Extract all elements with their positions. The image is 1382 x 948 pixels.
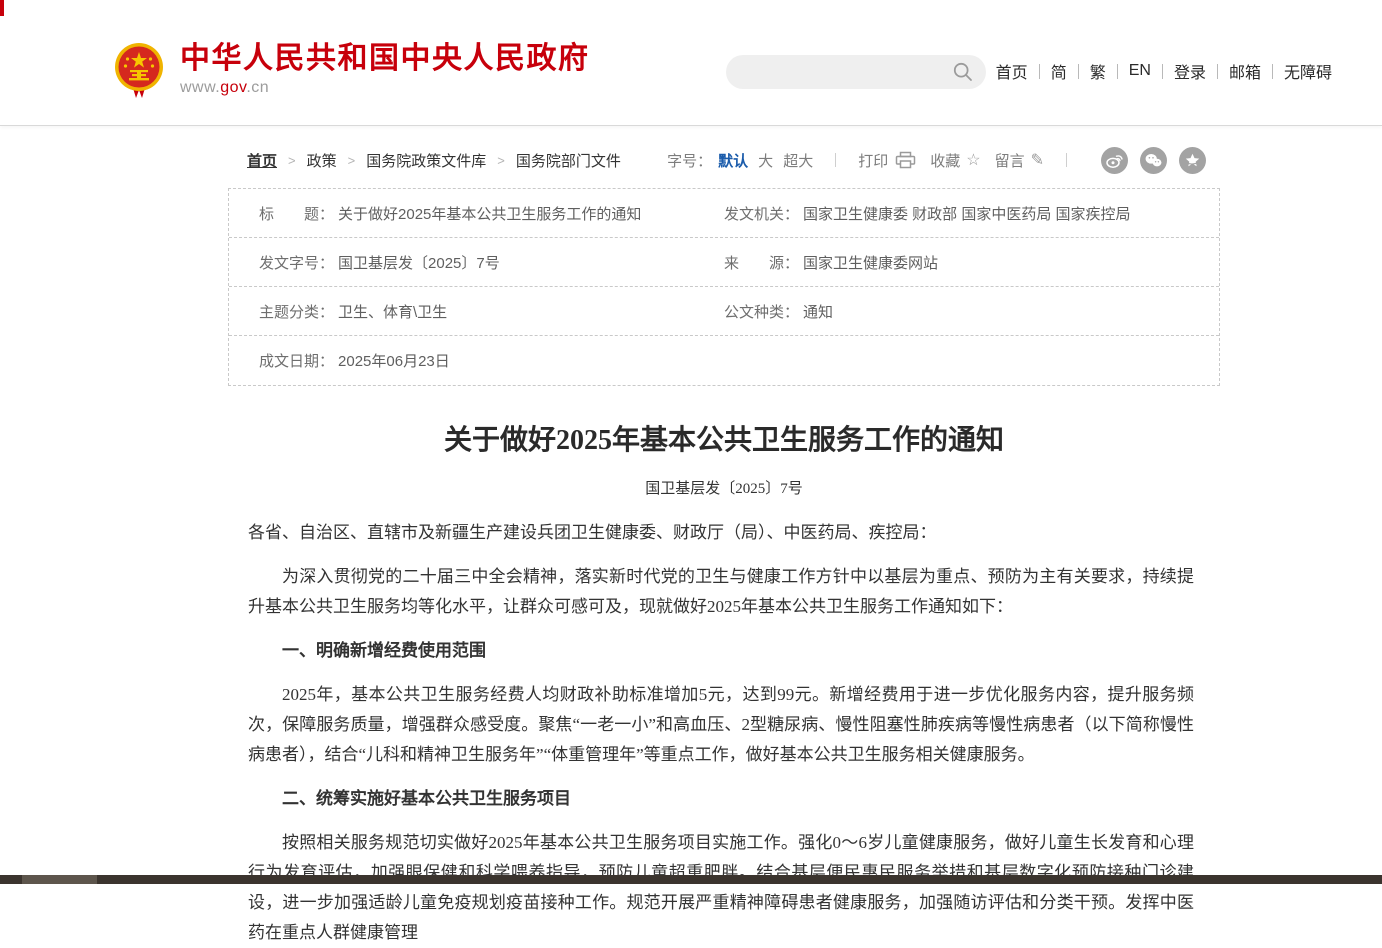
nav-traditional[interactable]: 繁	[1090, 59, 1106, 83]
meta-value: 关于做好2025年基本公共卫生服务工作的通知	[338, 206, 641, 223]
toolbar-divider	[835, 153, 836, 167]
document-meta-table: 标 题：关于做好2025年基本公共卫生服务工作的通知 发文机关：国家卫生健康委 …	[228, 188, 1220, 386]
search-box[interactable]	[726, 55, 986, 89]
site-url-prefix: www.	[180, 79, 220, 96]
nav-divider	[1162, 64, 1163, 79]
meta-label: 来 源：	[724, 255, 799, 272]
nav-divider	[1078, 64, 1079, 79]
doc-paragraph-addressee: 各省、自治区、直辖市及新疆生产建设兵团卫生健康委、财政厅（局）、中医药局、疾控局…	[248, 518, 1194, 548]
site-title: 中华人民共和国中央人民政府	[180, 42, 590, 76]
meta-row: 主题分类：卫生、体育\卫生 公文种类：通知	[229, 287, 1219, 336]
doc-paragraph: 按照相关服务规范切实做好2025年基本公共卫生服务项目实施工作。强化0～6岁儿童…	[248, 828, 1194, 948]
star-icon[interactable]: ☆	[966, 150, 980, 170]
meta-value: 国家卫生健康委 财政部 国家中医药局 国家疾控局	[803, 206, 1131, 223]
nav-accessibility[interactable]: 无障碍	[1284, 59, 1332, 83]
site-header: 中华人民共和国中央人民政府 www.gov.cn 首页 简 繁 EN 登录 邮箱…	[0, 0, 1382, 126]
doc-section-heading-1: 一、明确新增经费使用范围	[248, 636, 1194, 666]
meta-title-cell: 标 题：关于做好2025年基本公共卫生服务工作的通知	[229, 203, 724, 224]
meta-issuing-agency-cell: 发文机关：国家卫生健康委 财政部 国家中医药局 国家疾控局	[724, 203, 1219, 224]
font-size-default-button[interactable]: 默认	[718, 150, 748, 171]
meta-topic-category-cell: 主题分类：卫生、体育\卫生	[229, 301, 724, 322]
doc-paragraph: 为深入贯彻党的二十届三中全会精神，落实新时代党的卫生与健康工作方针中以基层为重点…	[248, 562, 1194, 622]
nav-divider	[1117, 64, 1118, 79]
meta-value: 国卫基层发〔2025〕7号	[338, 255, 500, 272]
meta-row: 成文日期：2025年06月23日	[229, 336, 1219, 385]
doc-section-heading-2: 二、统筹实施好基本公共卫生服务项目	[248, 784, 1194, 814]
comment-button[interactable]: 留言	[995, 150, 1025, 171]
main-column: 首页 > 政策 > 国务院政策文件库 > 国务院部门文件 字号： 默认 大 超大…	[228, 147, 1220, 948]
breadcrumb-separator: >	[348, 153, 356, 168]
page-tools: 字号： 默认 大 超大 打印 收藏 ☆ 留言 ✎	[667, 147, 1206, 174]
meta-value: 通知	[803, 304, 833, 321]
meta-date-cell: 成文日期：2025年06月23日	[229, 350, 724, 371]
nav-login[interactable]: 登录	[1174, 59, 1206, 83]
site-url-suffix: .cn	[246, 79, 269, 96]
printer-icon[interactable]	[895, 151, 916, 169]
breadcrumb-toolbar-row: 首页 > 政策 > 国务院政策文件库 > 国务院部门文件 字号： 默认 大 超大…	[228, 147, 1220, 173]
meta-row: 发文字号：国卫基层发〔2025〕7号 来 源：国家卫生健康委网站	[229, 238, 1219, 287]
meta-label: 标 题：	[259, 206, 334, 223]
pencil-icon[interactable]: ✎	[1031, 150, 1044, 170]
nav-simplified[interactable]: 简	[1051, 59, 1067, 83]
qzone-icon[interactable]	[1179, 147, 1206, 174]
search-icon[interactable]	[953, 62, 973, 82]
site-url-domain: gov	[220, 79, 246, 96]
nav-english[interactable]: EN	[1129, 62, 1151, 80]
font-size-large-button[interactable]: 大	[758, 150, 773, 171]
doc-paragraph: 2025年，基本公共卫生服务经费人均财政补助标准增加5元，达到99元。新增经费用…	[248, 680, 1194, 770]
breadcrumb-policy[interactable]: 政策	[307, 150, 337, 171]
toolbar-divider	[1066, 153, 1067, 167]
meta-label: 发文机关：	[724, 206, 799, 223]
nav-home[interactable]: 首页	[996, 59, 1028, 83]
document-number: 国卫基层发〔2025〕7号	[228, 477, 1220, 498]
document-title: 关于做好2025年基本公共卫生服务工作的通知	[228, 418, 1220, 458]
breadcrumb-policy-library[interactable]: 国务院政策文件库	[366, 150, 486, 171]
print-button[interactable]: 打印	[858, 150, 888, 171]
meta-value: 2025年06月23日	[338, 353, 450, 370]
nav-mail[interactable]: 邮箱	[1229, 59, 1261, 83]
nav-divider	[1272, 64, 1273, 79]
meta-source-cell: 来 源：国家卫生健康委网站	[724, 252, 1219, 273]
breadcrumb-separator: >	[288, 153, 296, 168]
horizontal-scrollbar-thumb[interactable]	[22, 875, 97, 884]
meta-doc-type-cell: 公文种类：通知	[724, 301, 1219, 322]
brand-text: 中华人民共和国中央人民政府 www.gov.cn	[180, 42, 590, 97]
meta-doc-number-cell: 发文字号：国卫基层发〔2025〕7号	[229, 252, 724, 273]
meta-value: 卫生、体育\卫生	[338, 304, 447, 321]
breadcrumb-department-documents[interactable]: 国务院部门文件	[516, 150, 621, 171]
nav-divider	[1039, 64, 1040, 79]
nav-divider	[1217, 64, 1218, 79]
site-brand[interactable]: 中华人民共和国中央人民政府 www.gov.cn	[113, 42, 590, 98]
meta-label: 发文字号：	[259, 255, 334, 272]
favorite-button[interactable]: 收藏	[930, 150, 960, 171]
breadcrumb-separator: >	[497, 153, 505, 168]
font-size-label: 字号：	[667, 150, 712, 171]
site-url: www.gov.cn	[180, 79, 590, 97]
breadcrumb: 首页 > 政策 > 国务院政策文件库 > 国务院部门文件	[247, 150, 621, 171]
wechat-icon[interactable]	[1140, 147, 1167, 174]
meta-label: 公文种类：	[724, 304, 799, 321]
meta-value: 国家卫生健康委网站	[803, 255, 938, 272]
font-size-xlarge-button[interactable]: 超大	[783, 150, 813, 171]
corner-red-mark	[0, 0, 4, 16]
meta-label: 主题分类：	[259, 304, 334, 321]
national-emblem-logo	[113, 42, 165, 98]
search-input[interactable]	[726, 55, 941, 89]
top-nav: 首页 简 繁 EN 登录 邮箱 无障碍	[996, 58, 1332, 84]
meta-empty-cell	[724, 352, 1219, 369]
meta-row: 标 题：关于做好2025年基本公共卫生服务工作的通知 发文机关：国家卫生健康委 …	[229, 189, 1219, 238]
horizontal-scrollbar[interactable]	[0, 875, 1382, 884]
breadcrumb-home[interactable]: 首页	[247, 150, 277, 171]
meta-label: 成文日期：	[259, 353, 334, 370]
weibo-icon[interactable]	[1101, 147, 1128, 174]
